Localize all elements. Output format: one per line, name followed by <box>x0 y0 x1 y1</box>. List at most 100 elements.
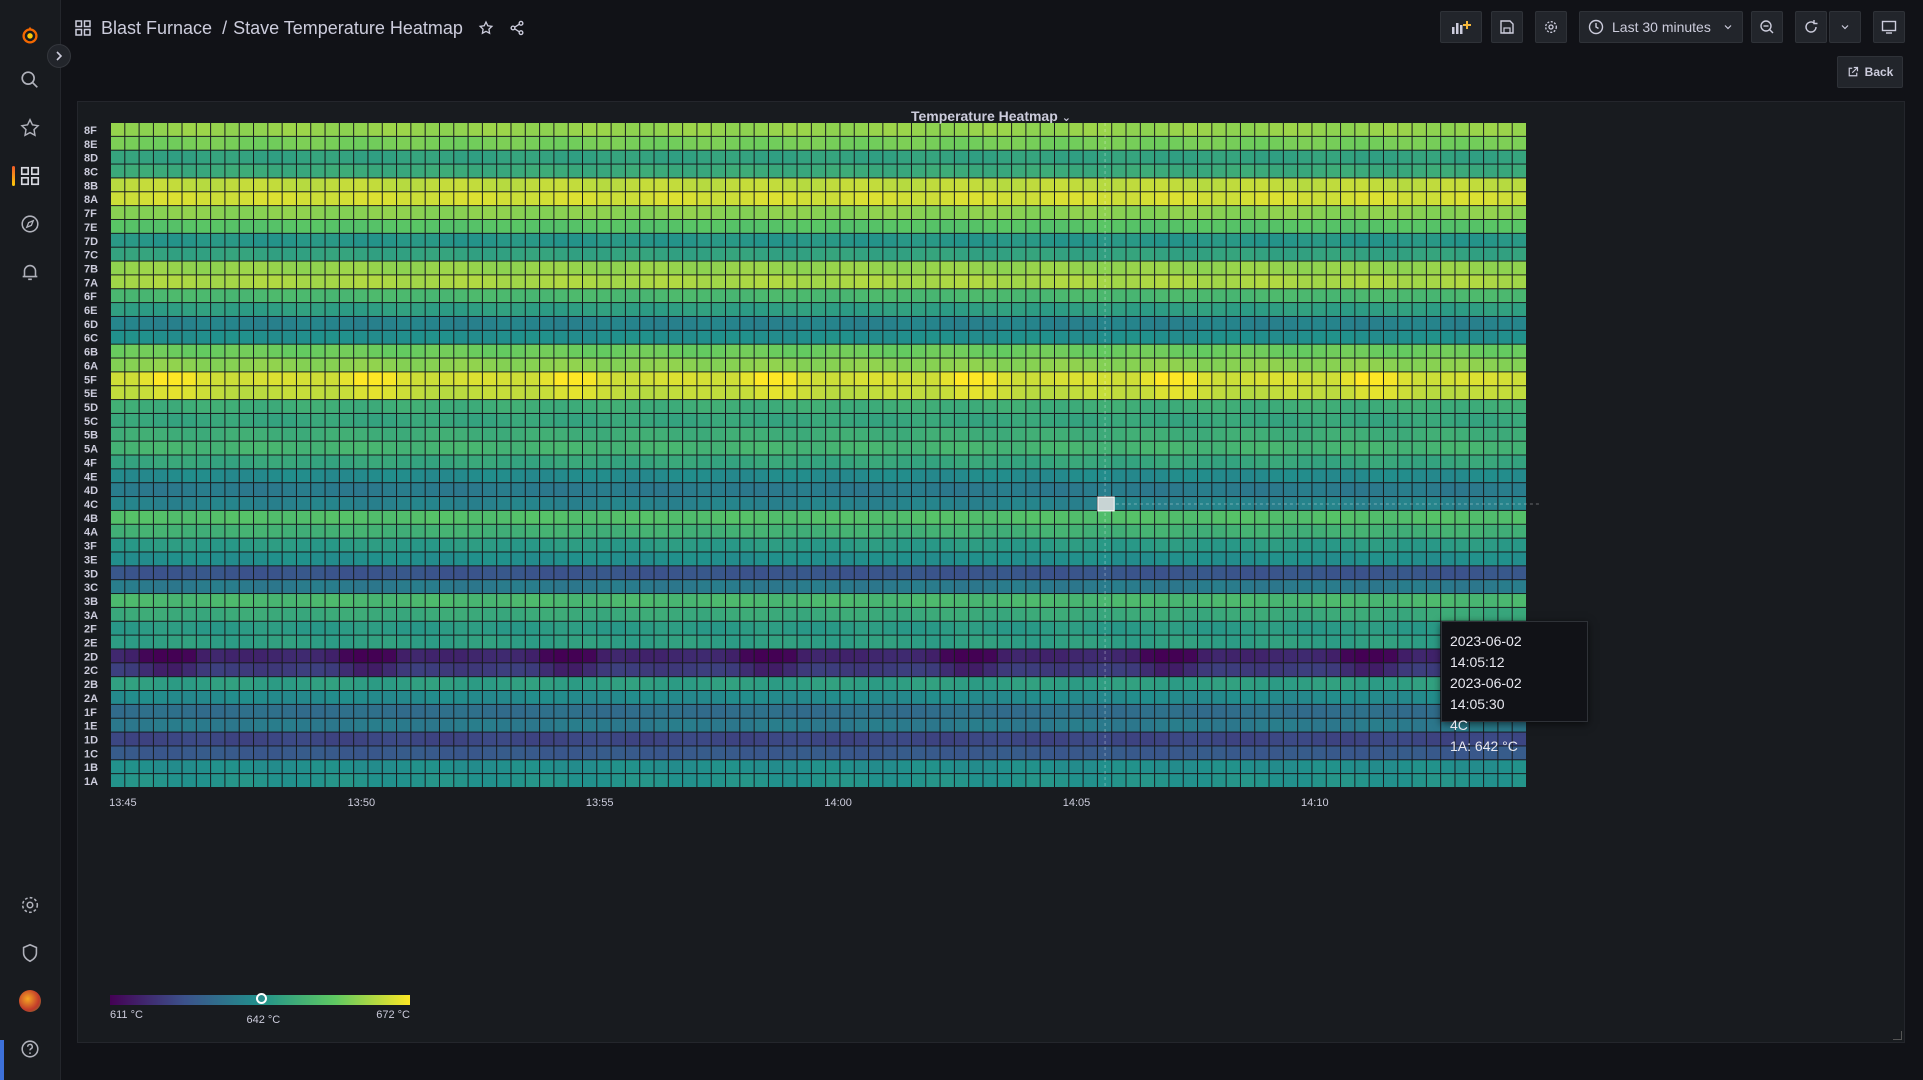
heatmap-cell <box>468 552 482 566</box>
heatmap-cell <box>1355 663 1369 677</box>
heatmap-cell <box>182 538 196 552</box>
heatmap-cell <box>568 150 582 164</box>
heatmap-cell <box>1341 524 1355 538</box>
heatmap-cell <box>196 760 211 774</box>
heatmap-cell <box>296 178 311 192</box>
heatmap-cell <box>1383 691 1398 704</box>
heatmap-cell <box>754 413 768 427</box>
add-panel-button[interactable] <box>1440 11 1482 43</box>
heatmap-cell <box>1426 704 1441 718</box>
settings-icon[interactable] <box>0 885 60 925</box>
star-icon[interactable] <box>0 108 60 148</box>
heatmap-cell <box>1441 150 1455 164</box>
heatmap-cell <box>1326 580 1341 594</box>
heatmap-cell <box>1326 247 1341 261</box>
heatmap-cell <box>768 441 783 455</box>
heatmap-cell <box>482 774 497 787</box>
heatmap-cell <box>1398 732 1412 746</box>
dashboard-settings-button[interactable] <box>1535 11 1567 43</box>
heatmap-cell <box>139 455 153 469</box>
time-picker-button[interactable]: Last 30 minutes <box>1579 11 1743 43</box>
refresh-interval-dropdown[interactable] <box>1829 11 1861 43</box>
heatmap-cell <box>1026 483 1040 497</box>
heatmap-cell <box>196 718 211 732</box>
sidebar-expand-button[interactable] <box>47 44 71 68</box>
heatmap-cell <box>625 441 640 455</box>
star-icon[interactable] <box>478 20 494 36</box>
heatmap-cell <box>711 344 726 358</box>
heatmap-cell <box>1112 150 1126 164</box>
heatmap-cell <box>997 746 1012 760</box>
breadcrumb-dashboard[interactable]: Stave Temperature Heatmap <box>233 18 463 39</box>
search-icon[interactable] <box>0 60 60 100</box>
heatmap-cell <box>1012 136 1026 150</box>
share-icon[interactable] <box>509 20 525 36</box>
heatmap-cell <box>1441 497 1455 510</box>
heatmap-cell <box>1283 372 1298 386</box>
heatmap-cell <box>296 150 311 164</box>
heatmap-cell <box>768 219 783 233</box>
heatmap-cell <box>1512 330 1526 344</box>
heatmap-cell <box>611 289 625 303</box>
heatmap-cell <box>1198 289 1212 303</box>
heatmap-cell <box>439 372 454 386</box>
heatmap-cell <box>854 580 869 594</box>
heatmap-cell <box>1298 704 1312 718</box>
heatmap-cell <box>282 746 296 760</box>
alerting-icon[interactable] <box>0 252 60 292</box>
heatmap-cell <box>654 400 668 413</box>
breadcrumb-folder[interactable]: Blast Furnace <box>101 18 212 39</box>
heatmap-cell <box>354 275 368 289</box>
panel-resize-handle[interactable] <box>1893 1031 1902 1040</box>
heatmap-cell <box>768 150 783 164</box>
explore-icon[interactable] <box>0 204 60 244</box>
heatmap-cell <box>654 483 668 497</box>
heatmap-cell <box>482 233 497 247</box>
heatmap-cell <box>1512 566 1526 580</box>
back-button[interactable]: Back <box>1837 56 1903 88</box>
refresh-button[interactable] <box>1795 11 1827 43</box>
avatar[interactable] <box>0 981 60 1021</box>
save-dashboard-button[interactable] <box>1491 11 1523 43</box>
heatmap-cell <box>797 427 811 441</box>
heatmap-cell <box>153 566 168 580</box>
heatmap-cell <box>497 607 511 621</box>
heatmap-cell <box>196 566 211 580</box>
tv-mode-button[interactable] <box>1873 11 1905 43</box>
heatmap-cell <box>454 510 468 524</box>
heatmap-cell <box>783 136 797 150</box>
heatmap-cell <box>225 566 239 580</box>
heatmap-cell <box>282 192 296 206</box>
heatmap-cell <box>1083 760 1097 774</box>
heatmap-cell <box>254 760 268 774</box>
shield-icon[interactable] <box>0 933 60 973</box>
heatmap-cell <box>654 303 668 316</box>
heatmap-cell <box>1040 566 1054 580</box>
help-icon[interactable] <box>0 1029 60 1069</box>
heatmap-cell <box>1412 774 1426 787</box>
heatmap-cell <box>1512 441 1526 455</box>
heatmap-cell <box>983 580 997 594</box>
heatmap-cell <box>1155 538 1169 552</box>
heatmap-cell <box>439 677 454 691</box>
heatmap-chart[interactable]: 1A1B1C1D1E1F2A2B2C2D2E2F3A3B3C3D3E3F4A4B… <box>78 102 1906 1044</box>
heatmap-cell <box>354 704 368 718</box>
heatmap-cell <box>1426 400 1441 413</box>
heatmap-cell <box>525 219 540 233</box>
heatmap-cell <box>869 164 883 178</box>
heatmap-cell <box>1212 427 1226 441</box>
heatmap-cell <box>1312 400 1326 413</box>
heatmap-cell <box>897 178 911 192</box>
zoom-out-button[interactable] <box>1751 11 1783 43</box>
heatmap-cell <box>640 760 654 774</box>
heatmap-cell <box>997 192 1012 206</box>
heatmap-cell <box>1026 621 1040 635</box>
heatmap-cell <box>611 400 625 413</box>
heatmap-cell <box>153 704 168 718</box>
heatmap-cell <box>1369 303 1383 316</box>
dashboards-icon[interactable] <box>0 156 60 196</box>
heatmap-cell <box>397 663 411 677</box>
heatmap-cell <box>1255 566 1269 580</box>
heatmap-cell <box>1040 538 1054 552</box>
heatmap-cell <box>711 566 726 580</box>
